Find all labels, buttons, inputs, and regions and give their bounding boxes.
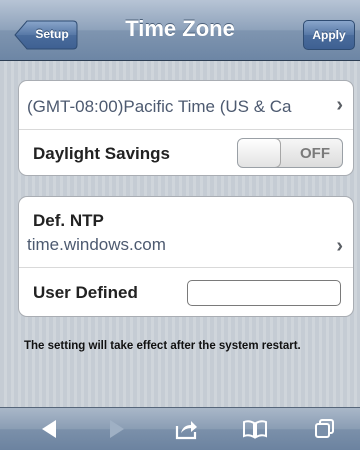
ntp-group: Def. NTP time.windows.com › User Defined xyxy=(18,196,354,317)
share-icon[interactable] xyxy=(175,418,199,440)
def-ntp-label: Def. NTP xyxy=(33,211,104,230)
chevron-right-icon: › xyxy=(336,94,343,116)
restart-note: The setting will take effect after the s… xyxy=(24,340,301,352)
user-defined-row: User Defined xyxy=(19,268,353,316)
user-defined-input[interactable] xyxy=(187,280,341,306)
forward-arrow-icon[interactable] xyxy=(106,418,128,440)
timezone-row[interactable]: (GMT-08:00)Pacific Time (US & Ca › xyxy=(19,81,353,129)
chevron-right-icon: › xyxy=(336,235,343,257)
timezone-value: (GMT-08:00)Pacific Time (US & Ca xyxy=(27,97,292,116)
tabs-icon[interactable] xyxy=(314,418,336,440)
user-defined-label: User Defined xyxy=(33,283,138,302)
bookmarks-icon[interactable] xyxy=(242,418,268,440)
navigation-bar: Setup Time Zone Apply xyxy=(0,0,360,61)
timezone-group: (GMT-08:00)Pacific Time (US & Ca › Dayli… xyxy=(18,80,354,176)
ntp-server-value: time.windows.com xyxy=(27,235,166,254)
daylight-savings-toggle[interactable]: OFF xyxy=(237,138,343,168)
daylight-savings-label: Daylight Savings xyxy=(33,144,170,163)
toggle-knob xyxy=(238,139,281,167)
daylight-savings-row: Daylight Savings OFF xyxy=(19,130,353,175)
toggle-state-label: OFF xyxy=(300,145,330,162)
def-ntp-row[interactable]: Def. NTP time.windows.com › xyxy=(19,197,353,267)
apply-button[interactable]: Apply xyxy=(303,20,355,50)
browser-toolbar xyxy=(0,407,360,450)
back-arrow-icon[interactable] xyxy=(38,418,60,440)
